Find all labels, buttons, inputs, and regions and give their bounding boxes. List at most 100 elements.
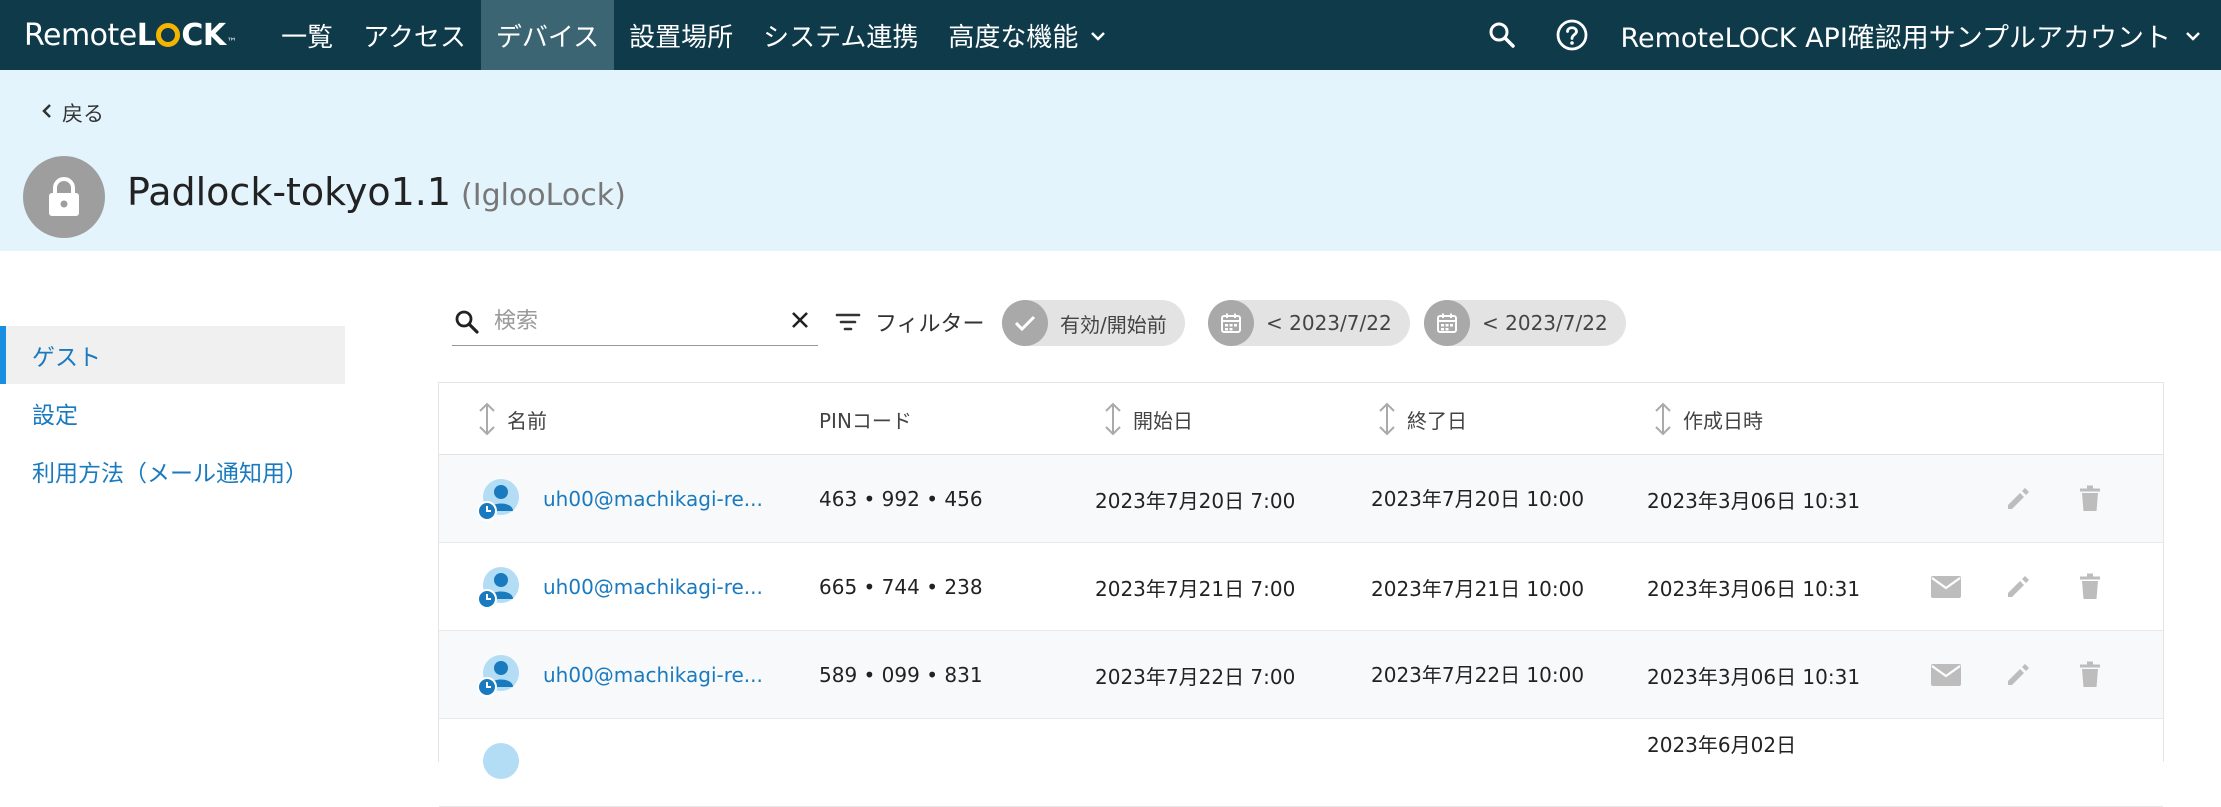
guests-table: 名前 PINコード 開始日 終了日 作成日時 uh00@machikagi-re…	[438, 382, 2164, 807]
created-date: 2023年6月02日	[1647, 733, 1797, 757]
column-label: PINコード	[819, 408, 912, 433]
nav-item-locations[interactable]: 設置場所	[614, 0, 748, 70]
sidebar-item-guests[interactable]: ゲスト	[0, 326, 345, 384]
lock-icon	[23, 156, 105, 238]
search-icon[interactable]	[1480, 13, 1524, 57]
column-header-name[interactable]: 名前	[477, 383, 547, 455]
search-icon	[454, 309, 480, 335]
nav-item-devices[interactable]: デバイス	[480, 0, 615, 70]
clear-search-icon[interactable]	[790, 307, 810, 337]
sidebar-item-settings[interactable]: 設定	[0, 384, 345, 442]
start-date-filter-chip[interactable]: < 2023/7/22	[1208, 300, 1410, 346]
logo-text-remote: Remote	[24, 17, 137, 53]
edit-icon[interactable]	[2001, 570, 2035, 604]
check-icon	[1002, 300, 1048, 346]
table-row[interactable]: uh00@machikagi-re... 463 • 992 • 456 202…	[439, 455, 2163, 543]
table-header: 名前 PINコード 開始日 終了日 作成日時	[439, 383, 2163, 455]
column-label: 名前	[507, 408, 547, 433]
back-label: 戻る	[62, 102, 104, 126]
device-header: 戻る Padlock-tokyo1.1 (IglooLock)	[0, 70, 2221, 251]
search-input[interactable]	[494, 309, 790, 334]
start-date: 2023年7月21日 7:00	[1095, 576, 1296, 601]
scheduled-guest-avatar-icon	[477, 741, 521, 785]
nav-item-label: 高度な機能	[948, 22, 1079, 53]
filter-icon	[835, 312, 861, 332]
guest-name-link[interactable]: uh00@machikagi-re...	[543, 455, 763, 543]
sidebar-item-label: 設定	[32, 403, 78, 429]
search-box	[452, 298, 818, 346]
end-date: 2023年7月21日 10:00	[1371, 576, 1585, 601]
sidebar-item-label: ゲスト	[32, 345, 101, 371]
nav-item-advanced[interactable]: 高度な機能	[933, 0, 1121, 70]
help-icon[interactable]	[1550, 13, 1594, 57]
end-date-filter-chip[interactable]: < 2023/7/22	[1424, 300, 1626, 346]
sidebar-item-label: 利用方法（メール通知用）	[32, 461, 308, 487]
account-menu[interactable]: RemoteLOCK API確認用サンプルアカウント	[1620, 16, 2201, 55]
chip-label: < 2023/7/22	[1482, 311, 1608, 335]
mail-icon[interactable]	[1929, 658, 1963, 692]
table-row[interactable]: uh00@machikagi-re... 665 • 744 • 238 202…	[439, 543, 2163, 631]
column-label: 開始日	[1133, 408, 1193, 433]
logo-trademark: ™	[226, 36, 237, 48]
nav-item-access[interactable]: アクセス	[348, 0, 481, 70]
created-date: 2023年3月06日 10:31	[1647, 488, 1861, 513]
calendar-icon	[1424, 300, 1470, 346]
sidebar: ゲスト 設定 利用方法（メール通知用）	[0, 326, 345, 500]
top-navigation-bar: Remote L CK ™ 一覧 アクセス デバイス 設置場所 システム連携 高…	[0, 0, 2221, 70]
nav-item-label: デバイス	[495, 22, 600, 53]
sort-icon	[477, 402, 497, 436]
end-date: 2023年7月22日 10:00	[1371, 663, 1585, 687]
nav-item-integrations[interactable]: システム連携	[748, 0, 933, 70]
logo-o-ring-icon	[156, 22, 181, 47]
nav-item-label: 一覧	[281, 22, 334, 53]
edit-icon[interactable]	[2001, 482, 2035, 516]
sort-icon	[1103, 402, 1123, 436]
account-name: RemoteLOCK API確認用サンプルアカウント	[1620, 22, 2171, 54]
column-header-start[interactable]: 開始日	[1103, 383, 1193, 455]
mail-icon[interactable]	[1929, 570, 1963, 604]
edit-icon[interactable]	[2001, 658, 2035, 692]
filter-label: フィルター	[875, 312, 985, 337]
page-title: Padlock-tokyo1.1 (IglooLock)	[127, 170, 626, 214]
delete-icon[interactable]	[2073, 570, 2107, 604]
device-name: Padlock-tokyo1.1	[127, 170, 452, 214]
nav-right: RemoteLOCK API確認用サンプルアカウント	[1480, 0, 2221, 70]
delete-icon[interactable]	[2073, 482, 2107, 516]
column-header-pin: PINコード	[819, 383, 912, 455]
table-row[interactable]: uh00@machikagi-re... 589 • 099 • 831 202…	[439, 631, 2163, 719]
chevron-down-icon	[2185, 25, 2201, 46]
guest-name-link[interactable]: uh00@machikagi-re...	[543, 631, 763, 719]
end-date: 2023年7月20日 10:00	[1371, 487, 1585, 511]
main-nav: 一覧 アクセス デバイス 設置場所 システム連携 高度な機能	[266, 0, 1121, 70]
pin-code: 463 • 992 • 456	[819, 487, 983, 511]
pin-code: 665 • 744 • 238	[819, 575, 983, 599]
back-link[interactable]: 戻る	[42, 98, 104, 128]
nav-item-label: アクセス	[363, 22, 466, 53]
filter-button[interactable]: フィルター	[835, 300, 985, 344]
pin-code: 589 • 099 • 831	[819, 663, 983, 687]
sort-icon	[1653, 402, 1673, 436]
nav-item-label: システム連携	[763, 22, 919, 53]
column-label: 終了日	[1407, 408, 1467, 433]
device-type: (IglooLock)	[461, 178, 626, 213]
chip-label: 有効/開始前	[1060, 312, 1167, 337]
scheduled-guest-avatar-icon	[477, 653, 521, 697]
guest-name-link[interactable]: uh00@machikagi-re...	[543, 543, 763, 631]
table-row[interactable]: 2023年6月02日	[439, 719, 2163, 807]
scheduled-guest-avatar-icon	[477, 477, 521, 521]
remotelock-logo[interactable]: Remote L CK ™	[24, 17, 237, 53]
delete-icon[interactable]	[2073, 658, 2107, 692]
chevron-left-icon	[42, 103, 52, 124]
column-header-created[interactable]: 作成日時	[1653, 383, 1763, 455]
chevron-down-icon	[1090, 25, 1106, 46]
column-label: 作成日時	[1683, 408, 1763, 433]
status-filter-chip[interactable]: 有効/開始前	[1002, 300, 1185, 346]
sidebar-item-usage-instructions[interactable]: 利用方法（メール通知用）	[0, 442, 345, 500]
column-header-end[interactable]: 終了日	[1377, 383, 1467, 455]
nav-item-overview[interactable]: 一覧	[266, 0, 348, 70]
start-date: 2023年7月20日 7:00	[1095, 488, 1296, 513]
logo-text-ck: CK	[181, 17, 226, 53]
scheduled-guest-avatar-icon	[477, 565, 521, 609]
created-date: 2023年3月06日 10:31	[1647, 664, 1861, 689]
start-date: 2023年7月22日 7:00	[1095, 664, 1296, 689]
